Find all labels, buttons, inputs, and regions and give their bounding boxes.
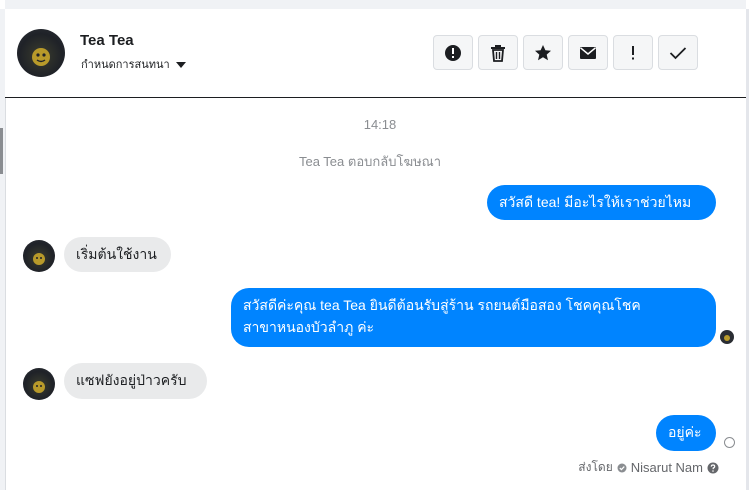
seen-by-avatar — [720, 330, 734, 344]
message-text: เริ่มต้นใช้งาน — [76, 246, 157, 262]
contact-avatar-small[interactable] — [23, 240, 55, 272]
verified-check-icon — [617, 463, 627, 472]
mark-done-button[interactable] — [658, 35, 698, 70]
contact-name[interactable]: Tea Tea — [80, 32, 134, 49]
message-text-line: สาขาหนองบัวลำภู ค่ะ — [243, 319, 375, 335]
conversation-toolbar — [433, 35, 698, 70]
trash-icon — [491, 44, 505, 62]
avatar-image-icon — [33, 253, 45, 265]
assign-label: กำหนดการสนทนา — [81, 59, 170, 71]
contact-avatar-small[interactable] — [23, 368, 55, 400]
mark-spam-button[interactable] — [433, 35, 473, 70]
alert-circle-icon — [445, 44, 461, 61]
message-text: สวัสดี tea! มีอะไรให้เราช่วยไหม — [499, 194, 692, 210]
sent-status-icon — [724, 437, 735, 448]
caret-down-icon — [175, 61, 186, 68]
message-timestamp: 14:18 — [363, 117, 397, 132]
outgoing-message[interactable]: อยู่ค่ะ — [656, 415, 716, 451]
help-icon[interactable] — [707, 462, 719, 474]
message-text-line: สวัสดีค่ะคุณ tea Tea ยินดีต้อนรับสู่ร้าน… — [243, 297, 641, 313]
incoming-message[interactable]: เริ่มต้นใช้งาน — [64, 237, 171, 272]
outgoing-message[interactable]: สวัสดีค่ะคุณ tea Tea ยินดีต้อนรับสู่ร้าน… — [231, 288, 716, 347]
mark-unread-button[interactable] — [568, 35, 608, 70]
message-text: แซฟยังอยู่ป่าวครับ — [76, 372, 187, 388]
follow-up-button[interactable] — [613, 35, 653, 70]
avatar-image-icon — [32, 48, 50, 66]
delete-button[interactable] — [478, 35, 518, 70]
avatar-image-icon — [33, 381, 45, 393]
star-icon — [535, 44, 551, 60]
exclamation-icon — [632, 45, 634, 59]
incoming-message[interactable]: แซฟยังอยู่ป่าวครับ — [64, 363, 207, 399]
ad-reply-notice: Tea Tea ตอบกลับโฆษณา — [298, 154, 442, 169]
star-button[interactable] — [523, 35, 563, 70]
sender-name[interactable]: Nisarut Nam — [631, 460, 703, 475]
sent-by-label: ส่งโดย — [578, 460, 613, 474]
conversation-header: Tea Tea กำหนดการสนทนา — [5, 9, 746, 98]
sent-by-row: ส่งโดย Nisarut Nam — [578, 458, 719, 477]
envelope-icon — [580, 46, 596, 59]
check-icon — [669, 46, 687, 59]
contact-avatar[interactable] — [17, 29, 65, 77]
outgoing-message[interactable]: สวัสดี tea! มีอะไรให้เราช่วยไหม — [487, 185, 716, 220]
message-text: อยู่ค่ะ — [668, 424, 702, 440]
assign-conversation-dropdown[interactable]: กำหนดการสนทนา — [81, 55, 186, 73]
avatar-image-icon — [724, 335, 730, 341]
